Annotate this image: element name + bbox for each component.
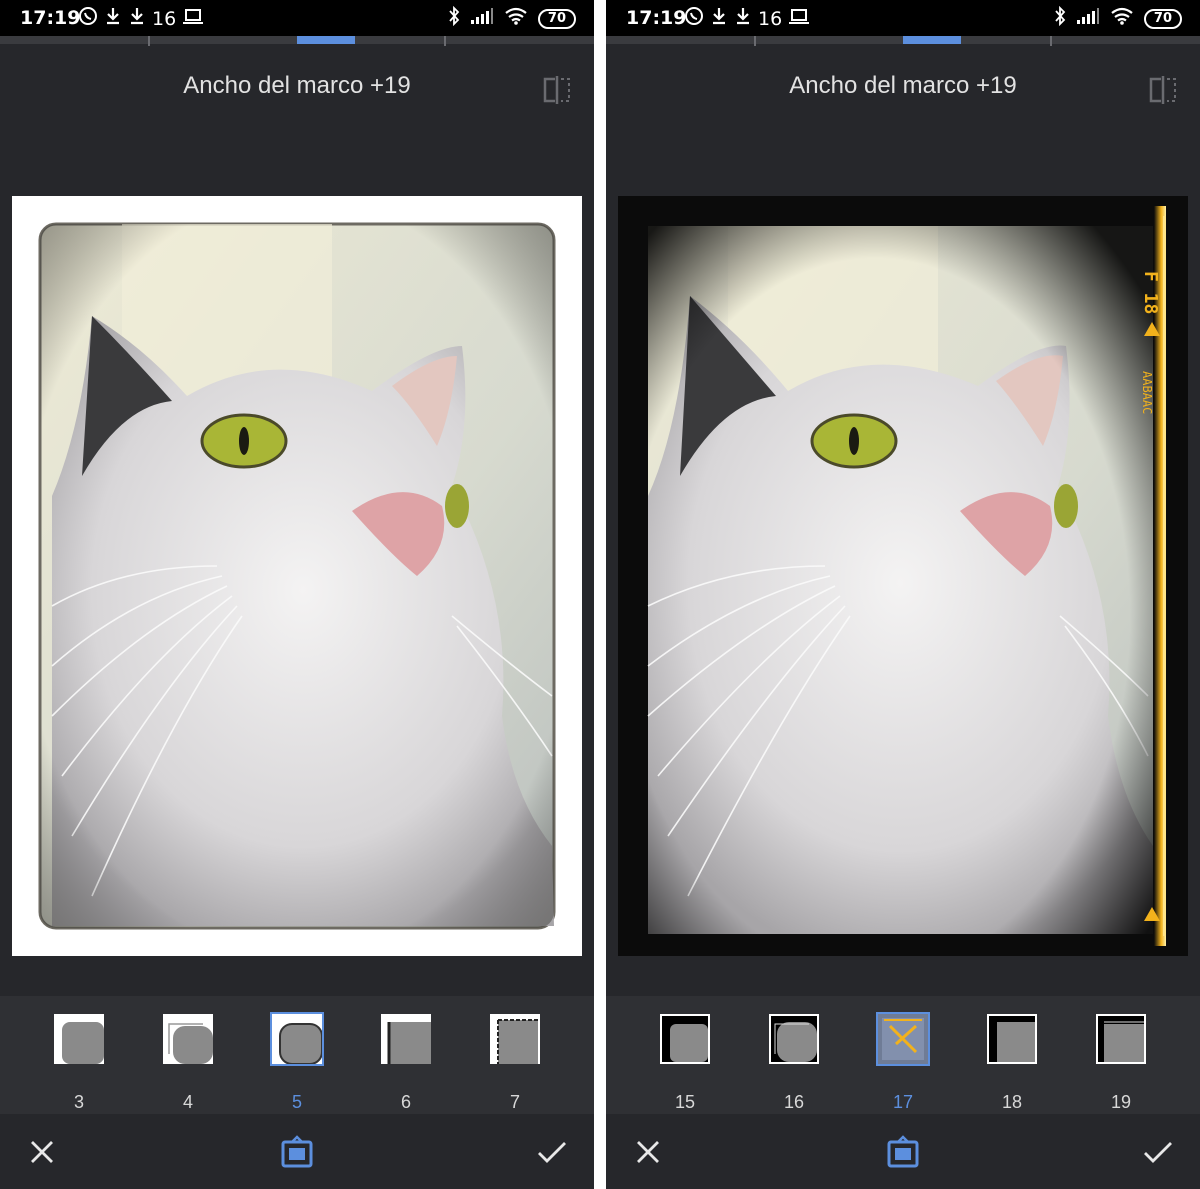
action-bar: [0, 1114, 594, 1189]
slider-handle[interactable]: [297, 36, 355, 44]
status-bar: 17:19 16 70: [0, 0, 594, 36]
wifi-icon: [504, 7, 528, 30]
frame-style-icon[interactable]: [885, 1134, 921, 1170]
frame-thumb-label: 7: [509, 1092, 520, 1112]
slider-handle[interactable]: [903, 36, 961, 44]
frame-thumb[interactable]: 7: [488, 1012, 542, 1112]
whatsapp-icon: [684, 6, 704, 31]
bluetooth-icon: [448, 5, 460, 31]
film-frame-number: F 18: [1140, 271, 1161, 314]
slider-tick: [444, 36, 446, 46]
battery-indicator: 70: [537, 8, 576, 29]
notification-count: 16: [758, 7, 783, 30]
slider-tick: [1050, 36, 1052, 46]
frame-thumb-label: 3: [73, 1092, 84, 1112]
editor-screen-right: 17:19 16 70 Ancho del marco +19 F 18 AAB…: [606, 0, 1200, 1189]
download-icon: [710, 6, 728, 31]
frame-thumb-label: 5: [291, 1092, 302, 1112]
download-icon: [104, 6, 122, 31]
laptop-icon: [182, 7, 204, 30]
frame-thumb[interactable]: 16: [767, 1012, 821, 1112]
status-time: 17:19: [20, 7, 81, 29]
status-time: 17:19: [626, 7, 687, 29]
parameter-title: Ancho del marco +19: [183, 72, 411, 99]
frame-thumb-label: 15: [674, 1092, 696, 1112]
frame-thumb-label: 6: [400, 1092, 411, 1112]
frame-thumb[interactable]: 4: [161, 1012, 215, 1112]
slider-tick: [754, 36, 756, 46]
parameter-title: Ancho del marco +19: [789, 72, 1017, 99]
battery-indicator: 70: [1143, 8, 1182, 29]
action-bar: [606, 1114, 1200, 1189]
close-icon[interactable]: [630, 1134, 666, 1170]
close-icon[interactable]: [24, 1134, 60, 1170]
frame-thumb[interactable]: 18: [985, 1012, 1039, 1112]
frame-thumb-label: 19: [1110, 1092, 1132, 1112]
frame-style-strip: 3 4 5 6 7: [0, 996, 594, 1114]
frame-thumb[interactable]: 15: [658, 1012, 712, 1112]
frame-thumb[interactable]: 19: [1094, 1012, 1148, 1112]
photo-preview[interactable]: F 18 AABAAC: [618, 196, 1188, 956]
wifi-icon: [1110, 7, 1134, 30]
frame-thumb-label: 18: [1001, 1092, 1023, 1112]
status-bar: 17:19 16 70: [606, 0, 1200, 36]
frame-thumb-selected[interactable]: 5: [270, 1012, 324, 1112]
frame-thumb-label: 17: [892, 1092, 914, 1112]
frame-thumb-selected[interactable]: 17: [876, 1012, 930, 1112]
frame-style-icon[interactable]: [279, 1134, 315, 1170]
check-icon[interactable]: [534, 1134, 570, 1170]
frame-thumb-label: 16: [783, 1092, 805, 1112]
photo-preview[interactable]: [12, 196, 582, 956]
frame-style-strip: 15 16 17 18 19: [606, 996, 1200, 1114]
compare-icon[interactable]: [1148, 76, 1178, 104]
bluetooth-icon: [1054, 5, 1066, 31]
compare-icon[interactable]: [542, 76, 572, 104]
editor-screen-left: 17:19 16 70 Ancho del marco +19 3 4 5 6 …: [0, 0, 594, 1189]
frame-thumb-label: 4: [182, 1092, 193, 1112]
frame-thumb[interactable]: 3: [52, 1012, 106, 1112]
download-icon: [734, 6, 752, 31]
notification-count: 16: [152, 7, 177, 30]
whatsapp-icon: [78, 6, 98, 31]
frame-thumb[interactable]: 6: [379, 1012, 433, 1112]
signal-icon: [470, 7, 494, 30]
download-icon: [128, 6, 146, 31]
signal-icon: [1076, 7, 1100, 30]
film-code: AABAAC: [1140, 371, 1154, 414]
laptop-icon: [788, 7, 810, 30]
slider-tick: [148, 36, 150, 46]
check-icon[interactable]: [1140, 1134, 1176, 1170]
